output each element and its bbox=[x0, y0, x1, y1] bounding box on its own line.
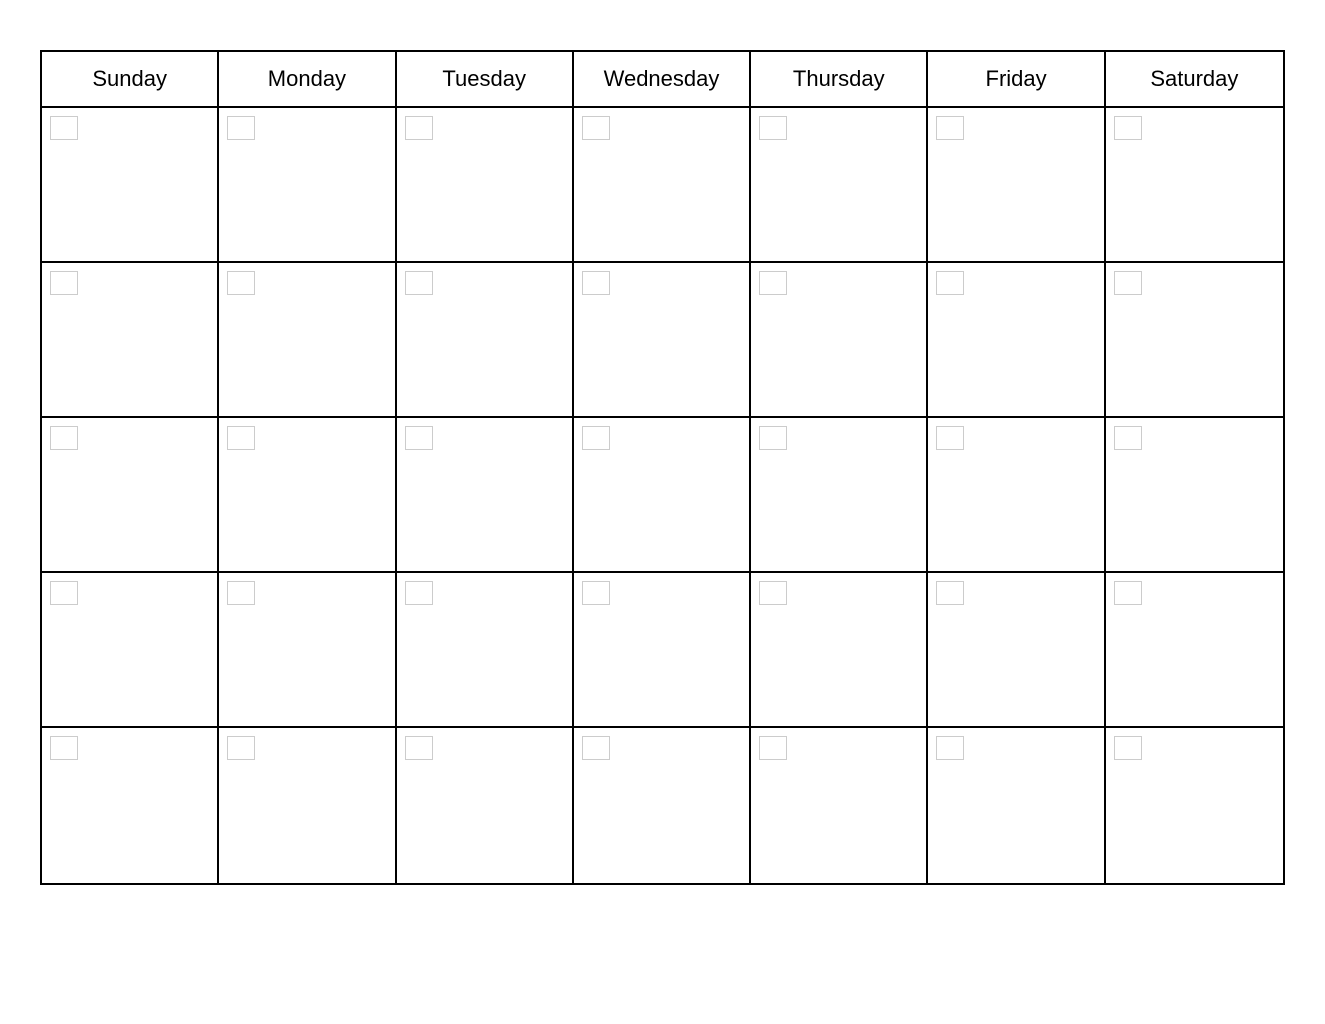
date-number-box bbox=[1114, 736, 1142, 760]
calendar-week-4 bbox=[42, 573, 1283, 728]
calendar-cell[interactable] bbox=[751, 263, 928, 416]
date-number-box bbox=[405, 271, 433, 295]
date-number-box bbox=[227, 116, 255, 140]
calendar-week-5 bbox=[42, 728, 1283, 883]
date-number-box bbox=[405, 426, 433, 450]
calendar-cell[interactable] bbox=[42, 418, 219, 571]
date-number-box bbox=[759, 116, 787, 140]
calendar-cell[interactable] bbox=[219, 108, 396, 261]
calendar-cell[interactable] bbox=[928, 418, 1105, 571]
calendar-cell[interactable] bbox=[1106, 108, 1283, 261]
date-number-box bbox=[50, 116, 78, 140]
date-number-box bbox=[405, 116, 433, 140]
date-number-box bbox=[582, 736, 610, 760]
calendar-week-2 bbox=[42, 263, 1283, 418]
date-number-box bbox=[227, 271, 255, 295]
date-number-box bbox=[936, 736, 964, 760]
calendar-cell[interactable] bbox=[574, 418, 751, 571]
calendar-cell[interactable] bbox=[751, 573, 928, 726]
calendar-cell[interactable] bbox=[928, 263, 1105, 416]
calendar-cell[interactable] bbox=[397, 728, 574, 883]
date-number-box bbox=[1114, 426, 1142, 450]
calendar-cell[interactable] bbox=[42, 573, 219, 726]
date-number-box bbox=[1114, 581, 1142, 605]
date-number-box bbox=[759, 271, 787, 295]
calendar-week-3 bbox=[42, 418, 1283, 573]
calendar-cell[interactable] bbox=[574, 573, 751, 726]
calendar-cell[interactable] bbox=[1106, 573, 1283, 726]
date-number-box bbox=[405, 581, 433, 605]
date-number-box bbox=[936, 271, 964, 295]
calendar-cell[interactable] bbox=[1106, 263, 1283, 416]
date-number-box bbox=[582, 426, 610, 450]
calendar-cell[interactable] bbox=[219, 573, 396, 726]
day-header-tuesday: Tuesday bbox=[397, 52, 574, 106]
date-number-box bbox=[759, 581, 787, 605]
date-number-box bbox=[50, 426, 78, 450]
calendar-container: SundayMondayTuesdayWednesdayThursdayFrid… bbox=[40, 50, 1285, 885]
date-number-box bbox=[582, 116, 610, 140]
date-number-box bbox=[50, 736, 78, 760]
date-number-box bbox=[50, 271, 78, 295]
date-number-box bbox=[1114, 271, 1142, 295]
date-number-box bbox=[405, 736, 433, 760]
day-header-sunday: Sunday bbox=[42, 52, 219, 106]
calendar-cell[interactable] bbox=[751, 728, 928, 883]
date-number-box bbox=[1114, 116, 1142, 140]
date-number-box bbox=[227, 736, 255, 760]
calendar-cell[interactable] bbox=[219, 728, 396, 883]
calendar-cell[interactable] bbox=[574, 108, 751, 261]
calendar-cell[interactable] bbox=[928, 728, 1105, 883]
calendar-cell[interactable] bbox=[219, 418, 396, 571]
day-header-wednesday: Wednesday bbox=[574, 52, 751, 106]
calendar-cell[interactable] bbox=[574, 728, 751, 883]
date-number-box bbox=[582, 271, 610, 295]
calendar-cell[interactable] bbox=[397, 108, 574, 261]
date-number-box bbox=[50, 581, 78, 605]
calendar-cell[interactable] bbox=[928, 108, 1105, 261]
calendar-header: SundayMondayTuesdayWednesdayThursdayFrid… bbox=[42, 52, 1283, 108]
day-header-saturday: Saturday bbox=[1106, 52, 1283, 106]
date-number-box bbox=[759, 426, 787, 450]
calendar-week-1 bbox=[42, 108, 1283, 263]
date-number-box bbox=[936, 426, 964, 450]
date-number-box bbox=[936, 116, 964, 140]
calendar-cell[interactable] bbox=[751, 108, 928, 261]
calendar-cell[interactable] bbox=[42, 728, 219, 883]
calendar-cell[interactable] bbox=[1106, 728, 1283, 883]
date-number-box bbox=[936, 581, 964, 605]
calendar-cell[interactable] bbox=[1106, 418, 1283, 571]
date-number-box bbox=[582, 581, 610, 605]
calendar-cell[interactable] bbox=[397, 418, 574, 571]
calendar-cell[interactable] bbox=[928, 573, 1105, 726]
day-header-thursday: Thursday bbox=[751, 52, 928, 106]
calendar-cell[interactable] bbox=[397, 263, 574, 416]
calendar-cell[interactable] bbox=[751, 418, 928, 571]
calendar-body bbox=[42, 108, 1283, 883]
calendar-cell[interactable] bbox=[574, 263, 751, 416]
calendar-cell[interactable] bbox=[42, 108, 219, 261]
date-number-box bbox=[759, 736, 787, 760]
date-number-box bbox=[227, 581, 255, 605]
calendar-cell[interactable] bbox=[219, 263, 396, 416]
date-number-box bbox=[227, 426, 255, 450]
day-header-monday: Monday bbox=[219, 52, 396, 106]
day-header-friday: Friday bbox=[928, 52, 1105, 106]
calendar-cell[interactable] bbox=[42, 263, 219, 416]
calendar-cell[interactable] bbox=[397, 573, 574, 726]
